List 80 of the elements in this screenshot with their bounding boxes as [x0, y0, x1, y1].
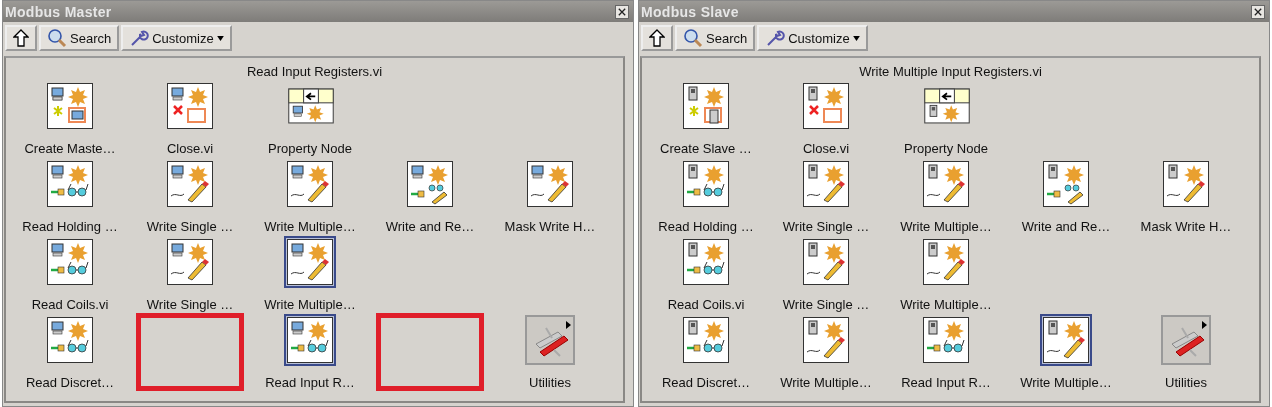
item-label: Create Slave …: [660, 141, 752, 156]
item-label: Read Holding …: [22, 219, 118, 234]
customize-button[interactable]: Customize: [121, 25, 232, 51]
palette-heading: Write Multiple Input Registers.vi: [859, 64, 1042, 79]
up-arrow-icon: [649, 29, 665, 47]
palette-item[interactable]: Write Multiple…: [1020, 317, 1112, 390]
palette-item[interactable]: Read Discret…: [25, 317, 115, 390]
item-label: Read Coils.vi: [667, 297, 745, 312]
palette-item[interactable]: Write Single …: [146, 161, 234, 234]
palette-item[interactable]: Read Holding …: [658, 161, 754, 234]
close-button[interactable]: [615, 4, 629, 19]
item-label: Utilities: [1165, 375, 1207, 390]
up-button[interactable]: [641, 25, 673, 51]
palette-item[interactable]: Write and Re…: [1021, 161, 1111, 234]
search-button[interactable]: Search: [675, 25, 756, 51]
palette-item[interactable]: Read Coils.vi: [31, 239, 109, 312]
wrench-icon: [765, 28, 786, 48]
caret-icon: [852, 35, 860, 41]
palette-item[interactable]: Read Discret…: [661, 317, 751, 390]
item-label: Write Single …: [146, 297, 234, 312]
palette-item[interactable]: Write and Re…: [385, 161, 475, 234]
search-button[interactable]: Search: [39, 25, 120, 51]
palette-item[interactable]: Create Maste…: [24, 83, 116, 156]
item-label: Create Maste…: [24, 141, 116, 156]
item-label: Write Multiple…: [900, 219, 992, 234]
search-icon: [47, 28, 67, 48]
item-label: Read Coils.vi: [31, 297, 109, 312]
item-label: Write Single …: [146, 219, 234, 234]
item-label: Read Input R…: [901, 375, 991, 390]
item-label: Write Single …: [782, 219, 870, 234]
item-label: Mask Write H…: [1140, 219, 1232, 234]
item-label: Close.vi: [166, 141, 214, 156]
item-label: Write Single …: [782, 297, 870, 312]
item-label: Utilities: [529, 375, 571, 390]
item-label: Write and Re…: [1021, 219, 1111, 234]
palette-item[interactable]: Write Multiple…: [900, 161, 992, 234]
palette-item[interactable]: Write Multiple…: [264, 161, 356, 234]
item-label: Property Node: [904, 141, 988, 156]
item-label: Write and Re…: [385, 219, 475, 234]
window-title: Modbus Master: [5, 3, 112, 20]
palette-item[interactable]: Mask Write H…: [1140, 161, 1232, 234]
palette-item[interactable]: Write Multiple…: [780, 317, 872, 390]
palette-item[interactable]: Write Single …: [782, 161, 870, 234]
wrench-icon: [129, 28, 150, 48]
item-label: Write Multiple…: [1020, 375, 1112, 390]
palette-item[interactable]: Utilities: [522, 317, 578, 390]
item-label: Write Multiple…: [780, 375, 872, 390]
palette-item[interactable]: Read Input R…: [265, 317, 355, 390]
palette-item[interactable]: Close.vi: [164, 83, 216, 156]
item-label: Property Node: [268, 141, 352, 156]
palette-item[interactable]: Write Single …: [782, 239, 870, 312]
item-label: Write Multiple…: [264, 297, 356, 312]
customize-button[interactable]: Customize: [757, 25, 868, 51]
item-label: Read Discret…: [25, 375, 115, 390]
palette-item[interactable]: Mask Write H…: [504, 161, 596, 234]
caret-icon: [216, 35, 224, 41]
palette-heading: Read Input Registers.vi: [246, 64, 383, 79]
window-title: Modbus Slave: [641, 3, 739, 20]
item-label: Write Multiple…: [264, 219, 356, 234]
palette-item[interactable]: Write Multiple…: [900, 239, 992, 312]
palette-item[interactable]: Write Single …: [146, 239, 234, 312]
palette-item[interactable]: Property Node: [904, 83, 988, 156]
item-label: Read Holding …: [658, 219, 754, 234]
item-label: Close.vi: [802, 141, 850, 156]
palette-item[interactable]: Read Input R…: [901, 317, 991, 390]
close-button[interactable]: [1251, 4, 1265, 19]
palette-item[interactable]: Close.vi: [800, 83, 852, 156]
palette-item[interactable]: Utilities: [1158, 317, 1214, 390]
up-button[interactable]: [5, 25, 37, 51]
item-label: Mask Write H…: [504, 219, 596, 234]
palette-item[interactable]: Write Multiple…: [264, 239, 356, 312]
search-icon: [683, 28, 703, 48]
item-label: Read Input R…: [265, 375, 355, 390]
item-label: Read Discret…: [661, 375, 751, 390]
palette-item[interactable]: Property Node: [268, 83, 352, 156]
palette-item[interactable]: Create Slave …: [660, 83, 752, 156]
palette-item[interactable]: Read Coils.vi: [667, 239, 745, 312]
palette-item[interactable]: Read Holding …: [22, 161, 118, 234]
item-label: Write Multiple…: [900, 297, 992, 312]
up-arrow-icon: [13, 29, 29, 47]
